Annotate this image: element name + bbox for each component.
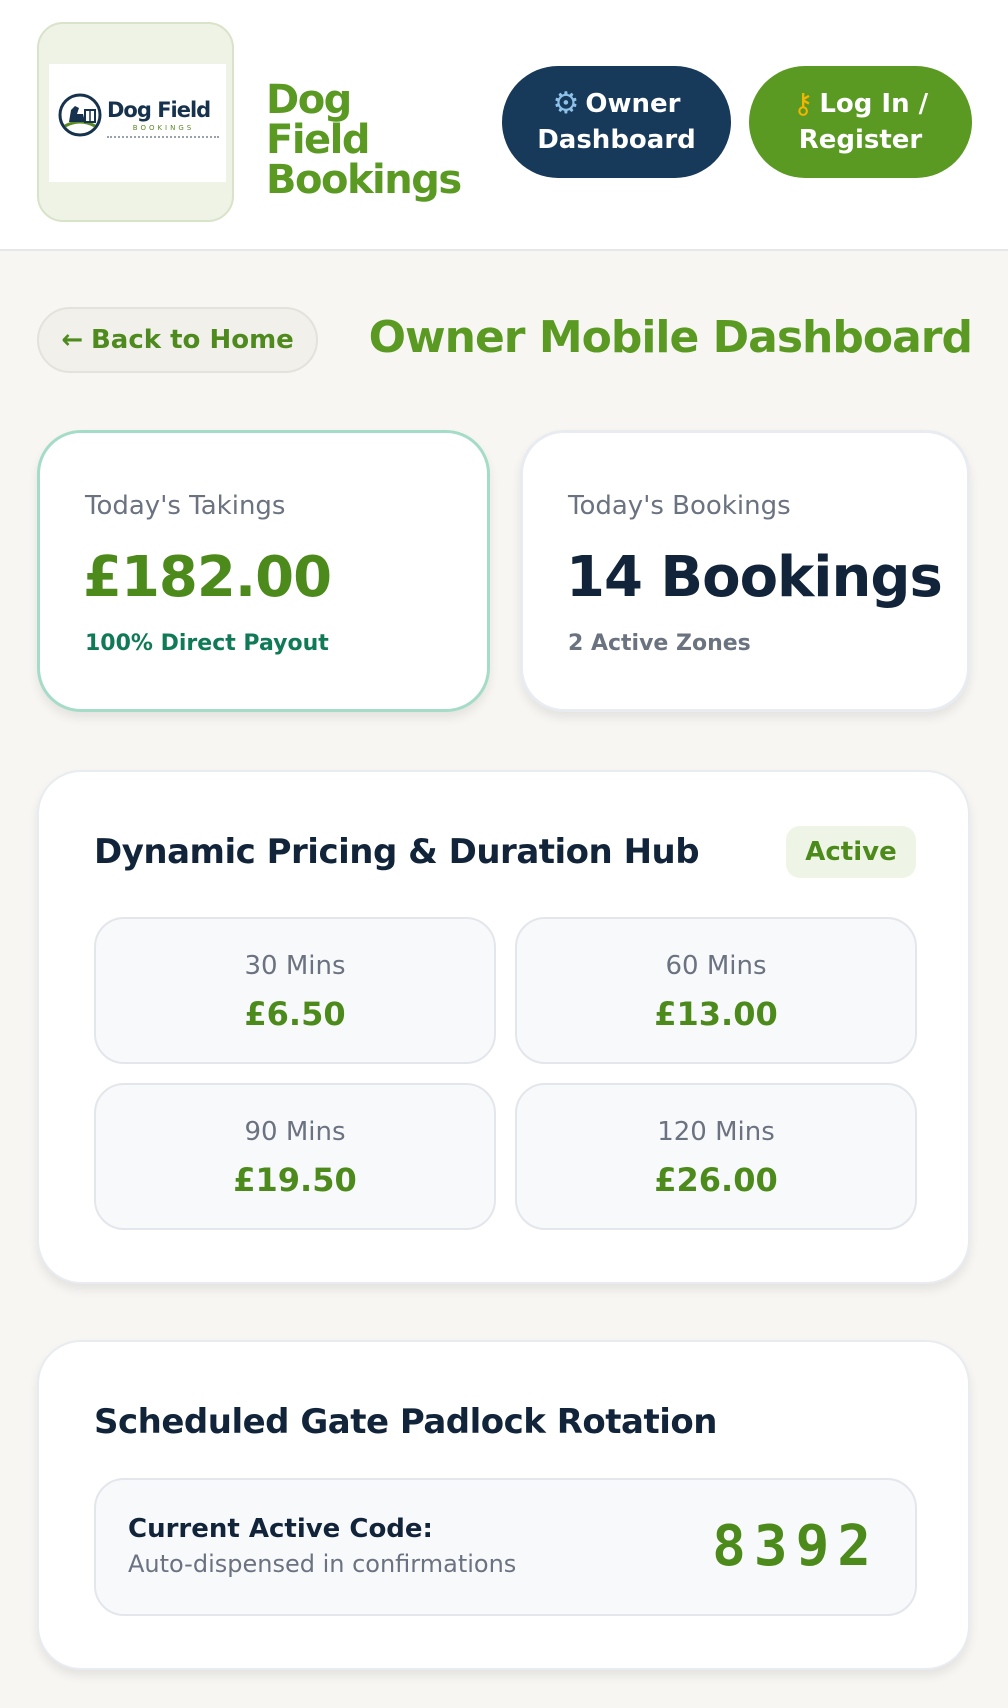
logo-subtitle: BOOKINGS	[132, 124, 195, 132]
takings-value: £182.00	[83, 545, 332, 610]
back-to-home-button[interactable]: ← Back to Home	[37, 307, 318, 373]
price-tile[interactable]: 90 Mins £19.50	[94, 1083, 496, 1230]
logo-wordmark: Dog Field	[107, 98, 211, 122]
brand-name[interactable]: Dog Field Bookings	[266, 80, 462, 200]
bookings-card: Today's Bookings 14 Bookings 2 Active Zo…	[520, 430, 970, 712]
arrow-left-icon: ←	[61, 325, 83, 355]
price-tile[interactable]: 120 Mins £26.00	[515, 1083, 917, 1230]
padlock-code: 8392	[712, 1514, 879, 1579]
owner-button-line1: Owner	[585, 89, 681, 119]
logo-card[interactable]: Dog Field BOOKINGS	[37, 22, 234, 222]
takings-subtext: 100% Direct Payout	[85, 631, 329, 656]
tile-duration: 60 Mins	[665, 951, 767, 981]
code-description: Auto-dispensed in confirmations	[128, 1550, 517, 1578]
active-code-box: Current Active Code: Auto-dispensed in c…	[94, 1478, 917, 1616]
tile-duration: 120 Mins	[657, 1117, 775, 1147]
status-badge: Active	[786, 826, 916, 878]
owner-button-line2: Dashboard	[537, 125, 696, 155]
takings-label: Today's Takings	[85, 491, 286, 521]
pricing-hub-title: Dynamic Pricing & Duration Hub	[94, 832, 700, 872]
bookings-subtext: 2 Active Zones	[568, 631, 751, 656]
takings-card: Today's Takings £182.00 100% Direct Payo…	[37, 430, 490, 712]
code-label: Current Active Code:	[128, 1514, 433, 1544]
key-icon: ⚷	[792, 87, 814, 120]
app-header: Dog Field BOOKINGS Dog Field Bookings ⚙ …	[0, 0, 1008, 251]
logo-divider	[107, 136, 219, 138]
logo: Dog Field BOOKINGS	[49, 64, 226, 182]
gate-padlock-title: Scheduled Gate Padlock Rotation	[94, 1402, 717, 1442]
tile-price: £19.50	[233, 1161, 357, 1199]
pricing-hub-panel: Dynamic Pricing & Duration Hub Active 30…	[37, 770, 970, 1284]
price-tile[interactable]: 30 Mins £6.50	[94, 917, 496, 1064]
page-title: Owner Mobile Dashboard	[368, 312, 973, 363]
login-button-line2: Register	[798, 125, 923, 155]
login-button-line1: Log In /	[819, 89, 929, 119]
price-tile[interactable]: 60 Mins £13.00	[515, 917, 917, 1064]
gear-icon: ⚙	[552, 86, 580, 121]
tile-price: £6.50	[244, 995, 346, 1033]
tile-duration: 30 Mins	[244, 951, 346, 981]
back-button-label: Back to Home	[90, 325, 294, 355]
dog-logo-icon	[58, 93, 102, 137]
owner-dashboard-button[interactable]: ⚙ Owner Dashboard	[502, 66, 731, 178]
bookings-value: 14 Bookings	[566, 545, 943, 610]
login-register-button[interactable]: ⚷ Log In / Register	[749, 66, 972, 178]
bookings-label: Today's Bookings	[568, 491, 791, 521]
tile-price: £13.00	[654, 995, 778, 1033]
gate-padlock-panel: Scheduled Gate Padlock Rotation Current …	[37, 1340, 970, 1670]
tile-price: £26.00	[654, 1161, 778, 1199]
tile-duration: 90 Mins	[244, 1117, 346, 1147]
